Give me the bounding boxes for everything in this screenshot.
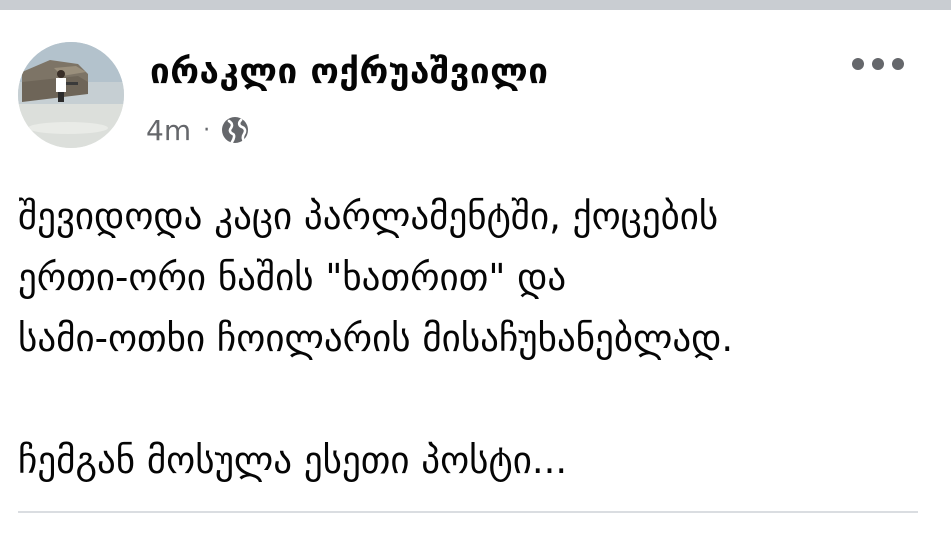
author-avatar[interactable] [18, 42, 124, 148]
facebook-post-card: ირაკლი ოქრუაშვილი 4m · შევიდოდა კაცი პარ… [0, 0, 951, 540]
more-dot-icon [872, 58, 884, 70]
top-divider-strip [0, 0, 951, 10]
post-text-line: ერთი-ორი ნაშის "ხათრით" და [18, 256, 567, 299]
post-text-line: შევიდოდა კაცი პარლამენტში, ქოცების [18, 195, 719, 238]
post-timestamp[interactable]: 4m [146, 114, 191, 147]
more-dot-icon [852, 58, 864, 70]
post-divider [18, 511, 918, 513]
post-meta: 4m · [146, 112, 250, 148]
post-text-line: სამი-ოთხი ჩოილარის მისაჩუხანებლად. [18, 317, 734, 360]
post-body-text: შევიდოდა კაცი პარლამენტში, ქოცების ერთი-… [18, 186, 928, 491]
author-name[interactable]: ირაკლი ოქრუაშვილი [150, 52, 548, 92]
post-text-line: ჩემგან მოსულა ესეთი პოსტი... [18, 439, 568, 482]
avatar-photo [18, 42, 124, 148]
globe-icon[interactable] [220, 115, 250, 145]
more-dot-icon [892, 58, 904, 70]
meta-separator: · [203, 117, 211, 143]
more-options-button[interactable] [852, 50, 904, 78]
